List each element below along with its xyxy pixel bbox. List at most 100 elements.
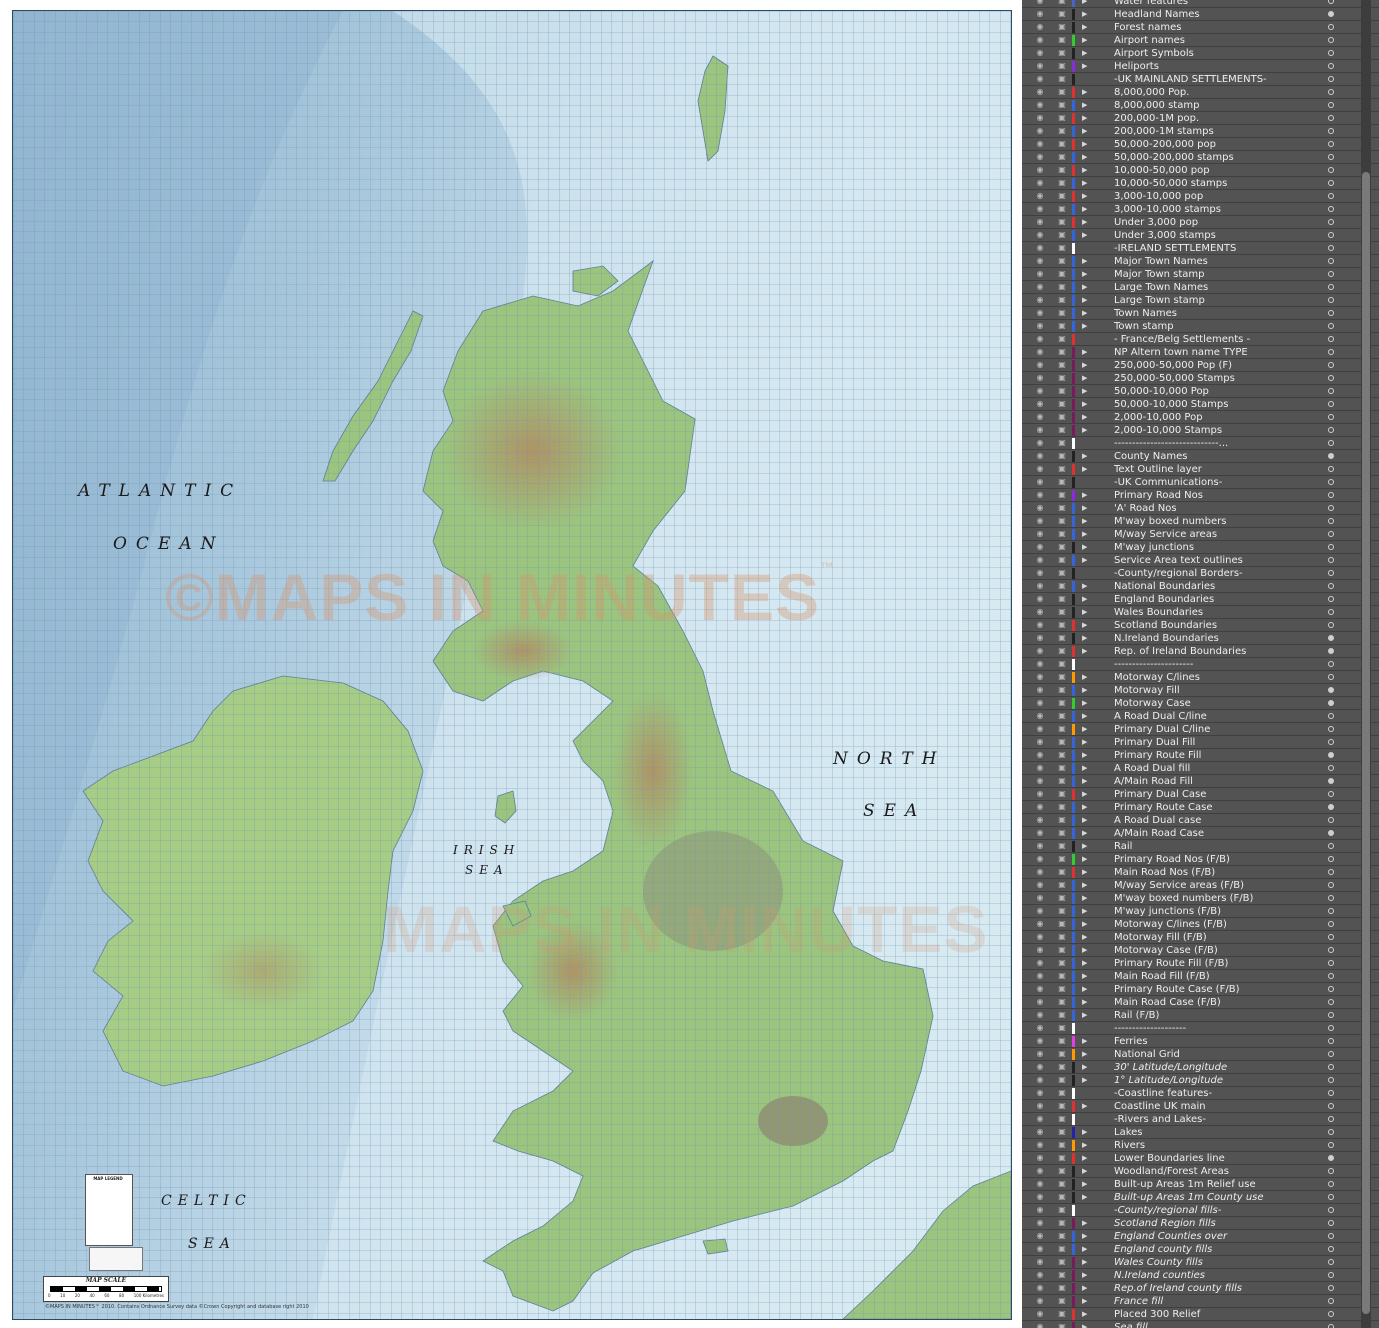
- layer-row[interactable]: ◉ ▣ ▶ 10,000-50,000 pop: [1022, 164, 1379, 177]
- layer-row[interactable]: ◉ ▣ ▶ 200,000-1M stamps: [1022, 125, 1379, 138]
- lock-icon[interactable]: ▣: [1057, 737, 1067, 747]
- expand-triangle-icon[interactable]: ▶: [1082, 775, 1092, 788]
- layer-name[interactable]: M/way Service areas (F/B): [1114, 879, 1244, 892]
- layer-row[interactable]: ◉ ▣ --------------------: [1022, 1022, 1379, 1035]
- layer-name[interactable]: 50,000-10,000 Stamps: [1114, 398, 1228, 411]
- eye-icon[interactable]: ◉: [1035, 672, 1045, 682]
- layer-name[interactable]: 'A' Road Nos: [1114, 502, 1177, 515]
- layer-name[interactable]: Motorway Fill: [1114, 684, 1180, 697]
- eye-icon[interactable]: ◉: [1035, 555, 1045, 565]
- expand-triangle-icon[interactable]: ▶: [1082, 255, 1092, 268]
- expand-triangle-icon[interactable]: ▶: [1082, 632, 1092, 645]
- layer-target-icon[interactable]: [1328, 622, 1334, 628]
- layer-target-icon[interactable]: [1328, 128, 1334, 134]
- layer-name[interactable]: Motorway C/lines: [1114, 671, 1200, 684]
- expand-triangle-icon[interactable]: ▶: [1082, 606, 1092, 619]
- layer-target-icon[interactable]: [1328, 1298, 1334, 1304]
- layer-row[interactable]: ◉ ▣ ▶ Headland Names: [1022, 8, 1379, 21]
- layer-name[interactable]: -County/regional fills-: [1114, 1204, 1221, 1217]
- eye-icon[interactable]: ◉: [1035, 126, 1045, 136]
- layer-row[interactable]: ◉ ▣ -IRELAND SETTLEMENTS: [1022, 242, 1379, 255]
- eye-icon[interactable]: ◉: [1035, 958, 1045, 968]
- layer-name[interactable]: Coastline UK main: [1114, 1100, 1206, 1113]
- layer-row[interactable]: ◉ ▣ ▶ England county fills: [1022, 1243, 1379, 1256]
- eye-icon[interactable]: ◉: [1035, 594, 1045, 604]
- eye-icon[interactable]: ◉: [1035, 9, 1045, 19]
- expand-triangle-icon[interactable]: ▶: [1082, 892, 1092, 905]
- lock-icon[interactable]: ▣: [1057, 1205, 1067, 1215]
- layer-target-icon[interactable]: [1328, 167, 1334, 173]
- lock-icon[interactable]: ▣: [1057, 776, 1067, 786]
- expand-triangle-icon[interactable]: ▶: [1082, 1321, 1092, 1328]
- layer-name[interactable]: M'way junctions (F/B): [1114, 905, 1221, 918]
- expand-triangle-icon[interactable]: ▶: [1082, 320, 1092, 333]
- layer-row[interactable]: ◉ ▣ ▶ Rail: [1022, 840, 1379, 853]
- expand-triangle-icon[interactable]: ▶: [1082, 905, 1092, 918]
- layer-name[interactable]: Lower Boundaries line: [1114, 1152, 1225, 1165]
- layer-target-icon[interactable]: [1328, 492, 1334, 498]
- expand-triangle-icon[interactable]: ▶: [1082, 1048, 1092, 1061]
- layer-row[interactable]: ◉ ▣ ▶ Primary Road Nos (F/B): [1022, 853, 1379, 866]
- expand-triangle-icon[interactable]: ▶: [1082, 879, 1092, 892]
- layer-target-icon[interactable]: [1328, 1051, 1334, 1057]
- layer-name[interactable]: Primary Road Nos (F/B): [1114, 853, 1230, 866]
- layer-target-icon[interactable]: [1328, 882, 1334, 888]
- layer-name[interactable]: N.Ireland counties: [1114, 1269, 1205, 1282]
- layer-name[interactable]: Airport Symbols: [1114, 47, 1194, 60]
- layer-target-icon[interactable]: [1328, 947, 1334, 953]
- layer-row[interactable]: ◉ ▣ ▶ 200,000-1M pop.: [1022, 112, 1379, 125]
- expand-triangle-icon[interactable]: ▶: [1082, 749, 1092, 762]
- layer-target-icon[interactable]: [1328, 336, 1334, 342]
- layer-row[interactable]: ◉ ▣ ▶ 2,000-10,000 Pop: [1022, 411, 1379, 424]
- expand-triangle-icon[interactable]: ▶: [1082, 1100, 1092, 1113]
- layer-target-icon[interactable]: [1328, 765, 1334, 771]
- expand-triangle-icon[interactable]: ▶: [1082, 268, 1092, 281]
- layer-target-icon[interactable]: [1328, 843, 1334, 849]
- layer-row[interactable]: ◉ ▣ ▶ Primary Dual Case: [1022, 788, 1379, 801]
- layer-name[interactable]: 8,000,000 stamp: [1114, 99, 1199, 112]
- layer-target-icon[interactable]: [1328, 1103, 1334, 1109]
- layer-name[interactable]: 50,000-10,000 Pop: [1114, 385, 1209, 398]
- layer-row[interactable]: ◉ ▣ ▶ Main Road Fill (F/B): [1022, 970, 1379, 983]
- eye-icon[interactable]: ◉: [1035, 841, 1045, 851]
- expand-triangle-icon[interactable]: ▶: [1082, 814, 1092, 827]
- layer-target-icon[interactable]: [1328, 245, 1334, 251]
- layer-target-icon[interactable]: [1328, 401, 1334, 407]
- lock-icon[interactable]: ▣: [1057, 1296, 1067, 1306]
- layer-name[interactable]: N.Ireland Boundaries: [1114, 632, 1219, 645]
- layer-row[interactable]: ◉ ▣ ▶ 10,000-50,000 stamps: [1022, 177, 1379, 190]
- eye-icon[interactable]: ◉: [1035, 971, 1045, 981]
- layer-name[interactable]: Ferries: [1114, 1035, 1148, 1048]
- eye-icon[interactable]: ◉: [1035, 1296, 1045, 1306]
- eye-icon[interactable]: ◉: [1035, 620, 1045, 630]
- lock-icon[interactable]: ▣: [1057, 282, 1067, 292]
- lock-icon[interactable]: ▣: [1057, 867, 1067, 877]
- layer-name[interactable]: -Coastline features-: [1114, 1087, 1212, 1100]
- layer-row[interactable]: ◉ ▣ ▶ Major Town stamp: [1022, 268, 1379, 281]
- expand-triangle-icon[interactable]: ▶: [1082, 723, 1092, 736]
- eye-icon[interactable]: ◉: [1035, 464, 1045, 474]
- lock-icon[interactable]: ▣: [1057, 1218, 1067, 1228]
- layer-row[interactable]: ◉ ▣ ▶ Main Road Case (F/B): [1022, 996, 1379, 1009]
- lock-icon[interactable]: ▣: [1057, 100, 1067, 110]
- eye-icon[interactable]: ◉: [1035, 1205, 1045, 1215]
- layer-target-icon[interactable]: [1328, 1129, 1334, 1135]
- lock-icon[interactable]: ▣: [1057, 230, 1067, 240]
- lock-icon[interactable]: ▣: [1057, 802, 1067, 812]
- layer-target-icon[interactable]: [1328, 713, 1334, 719]
- layer-row[interactable]: ◉ ▣ ▶ Primary Route Case (F/B): [1022, 983, 1379, 996]
- layer-row[interactable]: ◉ ▣ ▶ Town Names: [1022, 307, 1379, 320]
- eye-icon[interactable]: ◉: [1035, 1192, 1045, 1202]
- lock-icon[interactable]: ▣: [1057, 1140, 1067, 1150]
- eye-icon[interactable]: ◉: [1035, 1179, 1045, 1189]
- layer-target-icon[interactable]: [1328, 115, 1334, 121]
- lock-icon[interactable]: ▣: [1057, 906, 1067, 916]
- layer-name[interactable]: Rep.of Ireland county fills: [1114, 1282, 1242, 1295]
- layer-target-icon[interactable]: [1328, 1324, 1334, 1328]
- expand-triangle-icon[interactable]: ▶: [1082, 450, 1092, 463]
- expand-triangle-icon[interactable]: ▶: [1082, 1009, 1092, 1022]
- lock-icon[interactable]: ▣: [1057, 1166, 1067, 1176]
- expand-triangle-icon[interactable]: ▶: [1082, 827, 1092, 840]
- layer-target-icon[interactable]: [1328, 596, 1334, 602]
- layer-target-icon[interactable]: [1328, 895, 1334, 901]
